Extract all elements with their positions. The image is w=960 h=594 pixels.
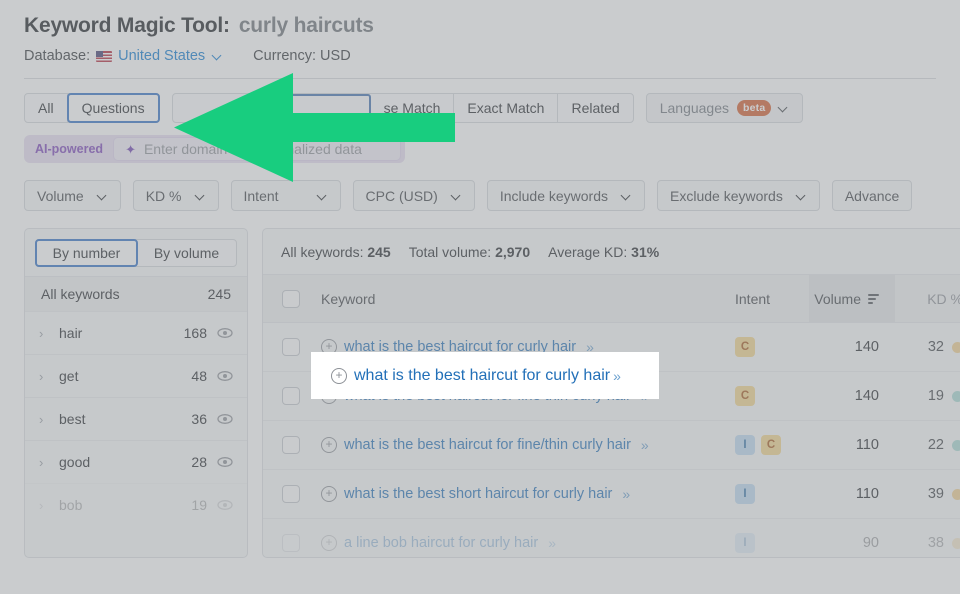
green-left-arrow-annotation xyxy=(174,73,455,182)
keyword-magic-tool-page: Keyword Magic Tool: curly haircuts Datab… xyxy=(0,0,960,594)
